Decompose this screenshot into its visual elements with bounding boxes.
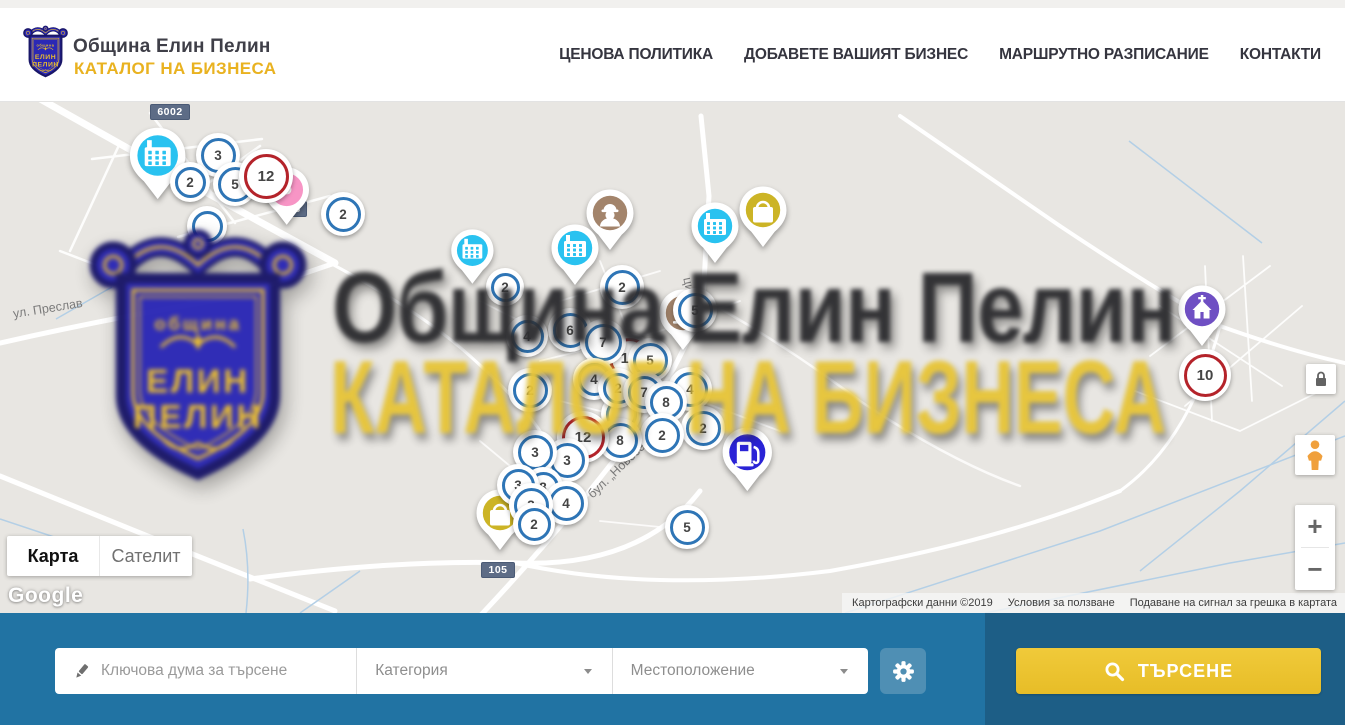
- chevron-down-icon: [840, 669, 848, 674]
- pegman-icon: [1303, 439, 1327, 471]
- maptype-control: Карта Сателит: [7, 536, 192, 576]
- top-strip: [0, 0, 1345, 8]
- marker-layer: 325122225641375427482228123383432510: [0, 101, 1345, 613]
- business-catalog-app: община ЕЛИН ПЕЛИН Община Елин Пелин КАТА…: [0, 0, 1345, 725]
- nav-item-2[interactable]: МАРШРУТНО РАЗПИСАНИЕ: [999, 46, 1209, 64]
- lock-icon: [1309, 367, 1333, 391]
- cluster-count: 5: [665, 505, 709, 549]
- cluster-count: 2: [513, 503, 555, 545]
- cluster-count: [187, 206, 227, 246]
- cluster-marker[interactable]: 2: [321, 192, 365, 236]
- cluster-marker[interactable]: 4: [506, 315, 548, 357]
- cluster-count: 10: [1179, 349, 1231, 401]
- site-subtitle: КАТАЛОГ НА БИЗНЕСА: [74, 59, 276, 79]
- keyword-section: [55, 648, 357, 694]
- map-pin-factory[interactable]: [689, 201, 741, 265]
- category-dropdown[interactable]: Категория: [357, 648, 612, 694]
- cluster-marker[interactable]: 2: [513, 503, 555, 545]
- site-title: Община Елин Пелин: [73, 36, 271, 58]
- search-box: Категория Местоположение: [55, 648, 868, 694]
- crest-town-label: община: [37, 43, 55, 47]
- cluster-marker[interactable]: [187, 206, 227, 246]
- map-pin-church[interactable]: [1176, 284, 1228, 348]
- cluster-marker[interactable]: 5: [665, 505, 709, 549]
- search-bar-left: Категория Местоположение: [0, 613, 985, 725]
- lock-button[interactable]: [1306, 364, 1336, 394]
- crest-line2: ПЕЛИН: [32, 62, 59, 69]
- cluster-count: 4: [506, 315, 548, 357]
- search-button[interactable]: ТЪРСЕНЕ: [1016, 648, 1321, 694]
- attribution-link-1[interactable]: Условия за ползване: [1008, 597, 1115, 609]
- cluster-marker[interactable]: 2: [681, 406, 725, 450]
- cluster-count: 12: [239, 149, 293, 203]
- nav-item-3[interactable]: КОНТАКТИ: [1240, 46, 1321, 64]
- streetview-pegman-button[interactable]: [1295, 435, 1335, 475]
- chevron-down-icon: [584, 669, 592, 674]
- cluster-count: 2: [486, 268, 524, 306]
- cluster-marker[interactable]: 2: [508, 368, 552, 412]
- gear-icon: [891, 659, 916, 684]
- cluster-marker[interactable]: 2: [600, 265, 644, 309]
- search-button-label: ТЪРСЕНЕ: [1138, 661, 1233, 682]
- cluster-marker[interactable]: 12: [239, 149, 293, 203]
- maptype-map-button[interactable]: Карта: [7, 536, 100, 576]
- location-dropdown[interactable]: Местоположение: [613, 648, 868, 694]
- nav-item-1[interactable]: ДОБАВЕТЕ ВАШИЯТ БИЗНЕС: [744, 46, 968, 64]
- cluster-marker[interactable]: 2: [486, 268, 524, 306]
- cluster-marker[interactable]: 10: [1179, 349, 1231, 401]
- nav-item-0[interactable]: ЦЕНОВА ПОЛИТИКА: [559, 46, 713, 64]
- cluster-count: 2: [170, 162, 210, 202]
- category-dropdown-label: Категория: [357, 662, 583, 680]
- cluster-marker[interactable]: 2: [170, 162, 210, 202]
- google-logo[interactable]: Google: [8, 584, 83, 608]
- attribution-link-2[interactable]: Подаване на сигнал за грешка в картата: [1130, 597, 1337, 609]
- cluster-count: 2: [600, 265, 644, 309]
- map-pin-bag[interactable]: [737, 185, 789, 249]
- advanced-settings-button[interactable]: [880, 648, 926, 694]
- cluster-count: 2: [640, 413, 684, 457]
- main-nav: ЦЕНОВА ПОЛИТИКА ДОБАВЕТЕ ВАШИЯТ БИЗНЕС МАР…: [559, 8, 1321, 101]
- location-dropdown-label: Местоположение: [613, 662, 840, 680]
- search-icon: [1104, 661, 1125, 682]
- municipality-crest-logo[interactable]: община ЕЛИН ПЕЛИН: [22, 22, 69, 80]
- cluster-count: 5: [673, 288, 717, 332]
- map-pin-fuel[interactable]: [720, 426, 775, 493]
- map-canvas[interactable]: 60021053 ул. Преславбул. „Новоселци" 325…: [0, 101, 1345, 613]
- zoom-out-button[interactable]: −: [1295, 548, 1335, 590]
- cluster-marker[interactable]: 5: [673, 288, 717, 332]
- cluster-count: 2: [681, 406, 725, 450]
- map-attribution: Картографски данни ©2019 Условия за ползв…: [842, 593, 1345, 613]
- zoom-in-button[interactable]: +: [1295, 505, 1335, 547]
- search-bar: Категория Местоположение: [0, 613, 1345, 725]
- cluster-marker[interactable]: 2: [640, 413, 684, 457]
- cluster-count: 2: [508, 368, 552, 412]
- map-pin-factory[interactable]: [549, 223, 601, 287]
- search-bar-right: ТЪРСЕНЕ: [985, 613, 1345, 725]
- header: община ЕЛИН ПЕЛИН Община Елин Пелин КАТА…: [0, 8, 1345, 102]
- pencil-icon: [55, 662, 101, 681]
- zoom-control: + −: [1295, 505, 1335, 590]
- cluster-count: 2: [321, 192, 365, 236]
- maptype-satellite-button[interactable]: Сателит: [100, 536, 192, 576]
- attribution-text: Картографски данни ©2019: [852, 597, 993, 609]
- crest-line1: ЕЛИН: [35, 54, 56, 61]
- keyword-search-input[interactable]: [101, 662, 356, 680]
